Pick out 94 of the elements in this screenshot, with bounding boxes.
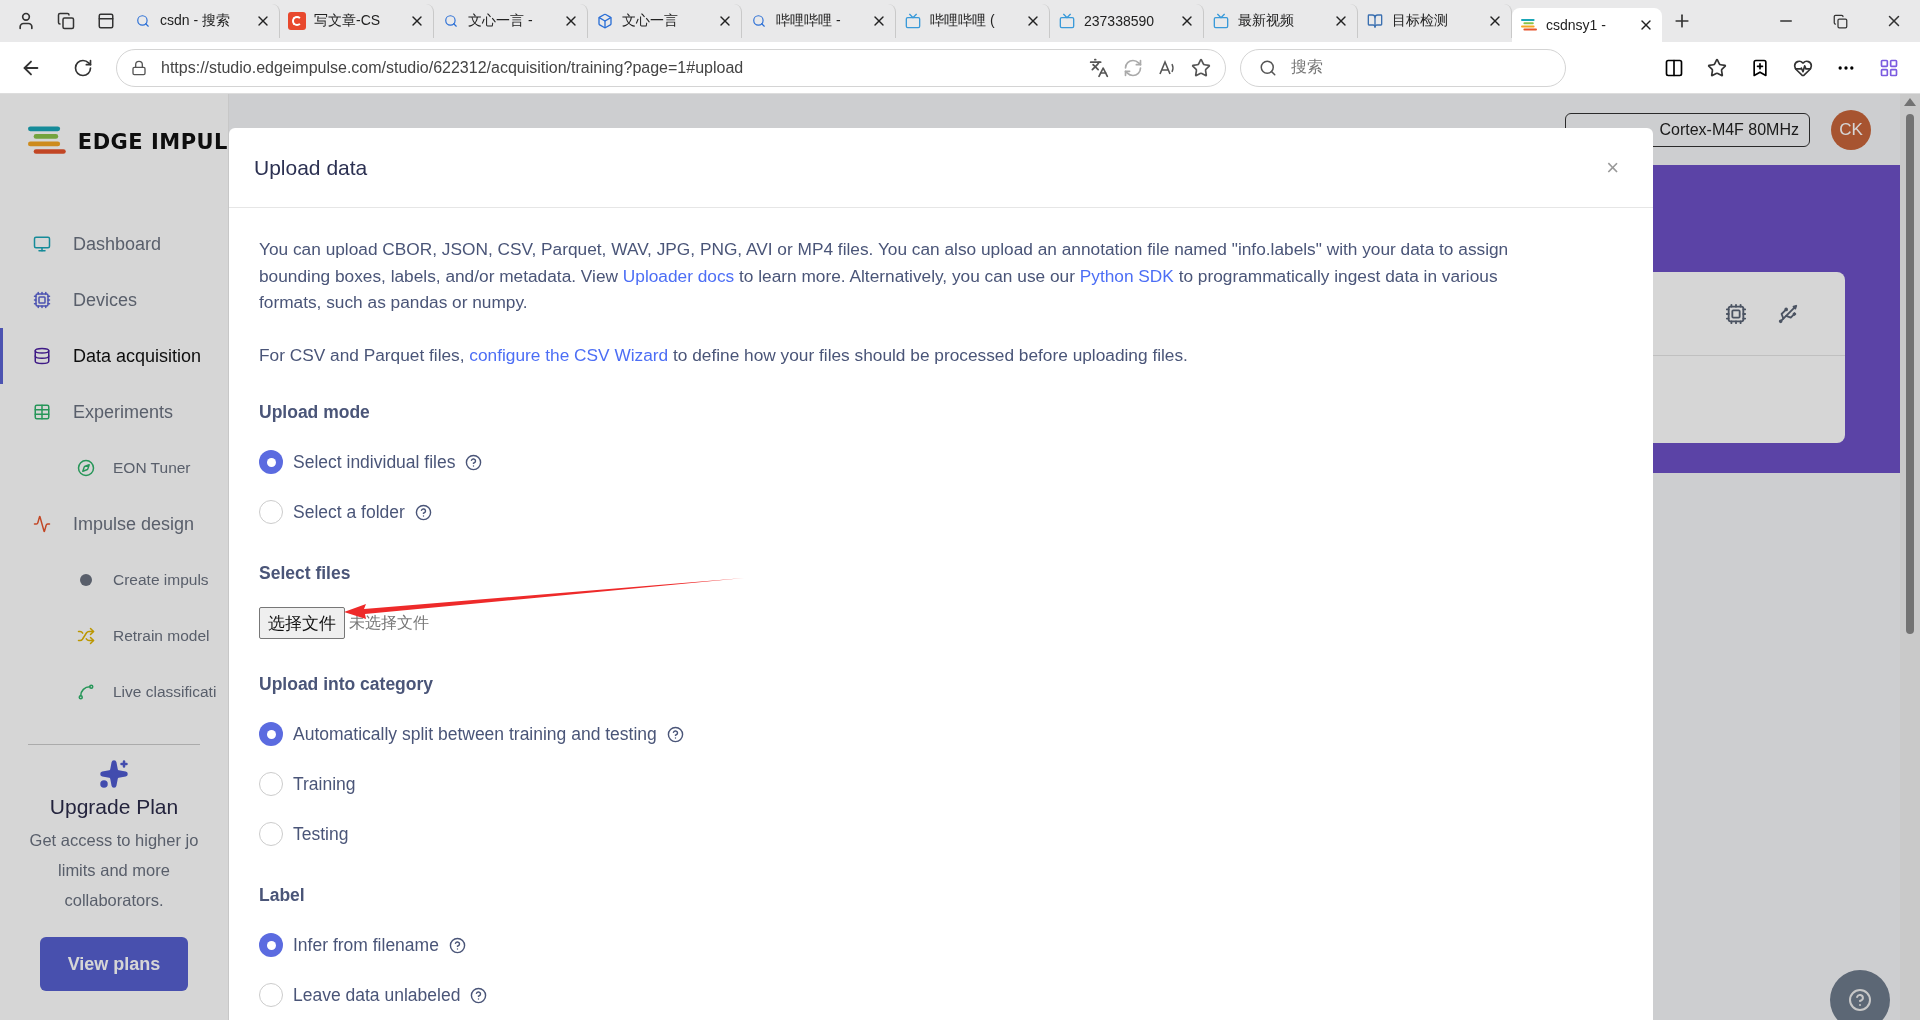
avatar[interactable]: CK [1831,109,1871,150]
usb-icon [1777,302,1799,325]
doc-link[interactable]: configure the CSV Wizard [469,344,669,365]
tab-actions-icon[interactable] [97,12,115,30]
collections-icon[interactable] [1750,57,1770,78]
scroll-up-icon[interactable] [1904,98,1916,106]
browser-tab[interactable]: 文心一言 [588,4,742,38]
nav-item[interactable]: Experiments [0,384,228,440]
option-label[interactable]: Training [293,773,356,795]
search-icon [136,14,150,28]
favorite-icon[interactable] [1191,57,1211,78]
scrollbar[interactable] [1900,94,1920,1020]
nav-item[interactable]: Devices [0,272,228,328]
scrollbar-thumb[interactable] [1906,114,1914,634]
browser-tab[interactable]: 写文章-CS [280,4,434,38]
upgrade-text: Get access to higher jo limits and more collaborators. [29,830,199,911]
option-label[interactable]: Infer from filename [293,934,439,956]
browser-tab[interactable]: csdnsy1 - [1512,8,1662,42]
doc-link[interactable]: Uploader docs [622,265,735,286]
help-icon[interactable] [470,986,488,1004]
nav-item[interactable]: Create impuls [0,552,228,608]
help-icon[interactable] [414,503,432,521]
help-icon[interactable] [666,725,684,743]
workspaces-icon[interactable] [57,12,75,30]
view-plans-button[interactable]: View plans [40,937,188,991]
section-title: Label [259,885,306,906]
dialog-title: Upload data [254,155,368,180]
help-icon[interactable] [448,936,466,954]
compass-icon [77,459,95,477]
chip-icon [1725,302,1747,325]
option-label[interactable]: Automatically split between training and testing [293,723,657,745]
nav-item[interactable]: Impulse design [0,496,228,552]
radio-button[interactable] [259,450,283,474]
pulse-icon [33,515,51,533]
section-title: Upload mode [259,402,371,423]
browser-tab[interactable]: 哔哩哔哩 ( [896,4,1050,38]
sparkle-icon [99,759,129,789]
c-icon [292,16,302,26]
monitor-icon [33,235,51,253]
csv-note: For CSV and Parquet files, configure the CSV Wizard to define how your files should be processed before uploading files. [259,343,1189,367]
file-status: 未选择文件 [349,612,429,633]
book-icon [1367,13,1383,29]
search-icon [1259,58,1277,77]
shuffle-icon [77,627,95,645]
help-button[interactable] [1830,970,1890,1020]
dot-icon [80,574,92,586]
browser-tab[interactable]: 文心一言 - [434,4,588,38]
health-icon[interactable] [1793,57,1813,78]
address-bar[interactable]: https://studio.edgeimpulse.com/studio/622312/acquisition/training?page=1#upload [116,48,1226,87]
tv-icon [905,13,921,29]
spline-icon [77,683,95,701]
intro-paragraph: You can upload CBOR, JSON, CSV, Parquet, WAV, JPG, PNG, AVI or MP4 files. You can also upload an annotation file named "info.labels" with your data to assign bounding boxes, labels, and/or metadata. View Uploader docs to learn more. Alternatively, you can use our Python SDK to programmatically ingest data in various formats, such as pandas or numpy. [259,238,1510,314]
radio-button[interactable] [259,500,283,524]
logo-text: EDGE IMPUL [77,130,228,154]
radio-button[interactable] [259,722,283,746]
upgrade-title: Upgrade Plan [49,795,179,819]
option-label[interactable]: Select individual files [293,451,456,473]
profile-icon[interactable] [16,11,36,31]
browser-tab[interactable]: 237338590 [1050,4,1204,38]
tv-icon [1213,13,1229,29]
radio-button[interactable] [259,983,283,1007]
choose-file-button[interactable]: 选择文件 [259,607,345,639]
radio-button[interactable] [259,772,283,796]
section-title: Upload into category [259,674,435,695]
chip-icon [33,291,51,309]
table-icon [33,403,51,421]
nav-item[interactable]: Dashboard [0,216,228,272]
help-icon[interactable] [465,453,483,471]
lock-icon [131,59,147,76]
option-label[interactable]: Testing [293,823,349,845]
favorites-icon[interactable] [1707,57,1727,78]
restore-icon[interactable] [1832,13,1848,29]
reload-icon[interactable] [73,57,93,78]
nav-item[interactable]: Live classificati [0,664,228,720]
split-screen-icon[interactable] [1664,57,1684,78]
search-icon [444,14,458,28]
search-icon [752,14,766,28]
doc-link[interactable]: Python SDK [1079,265,1174,286]
option-label[interactable]: Select a folder [293,501,405,523]
section-title: Select files [259,563,352,584]
radio-button[interactable] [259,822,283,846]
cube-icon [597,13,613,29]
browser-tab[interactable]: 哔哩哔哩 - [742,4,896,38]
tv-icon [1059,13,1075,29]
browser-tab[interactable]: csdn - 搜索 [126,4,280,38]
nav-item[interactable]: Retrain model [0,608,228,664]
nav-item[interactable]: EON Tuner [0,440,228,496]
database-icon [33,347,51,365]
radio-button[interactable] [259,933,283,957]
option-label[interactable]: Leave data unlabeled [293,984,461,1006]
help-icon [1848,988,1872,1012]
browser-tab[interactable]: 最新视频 [1204,4,1358,38]
tab-logo-icon [1521,18,1537,32]
translate-icon[interactable] [1089,57,1109,78]
